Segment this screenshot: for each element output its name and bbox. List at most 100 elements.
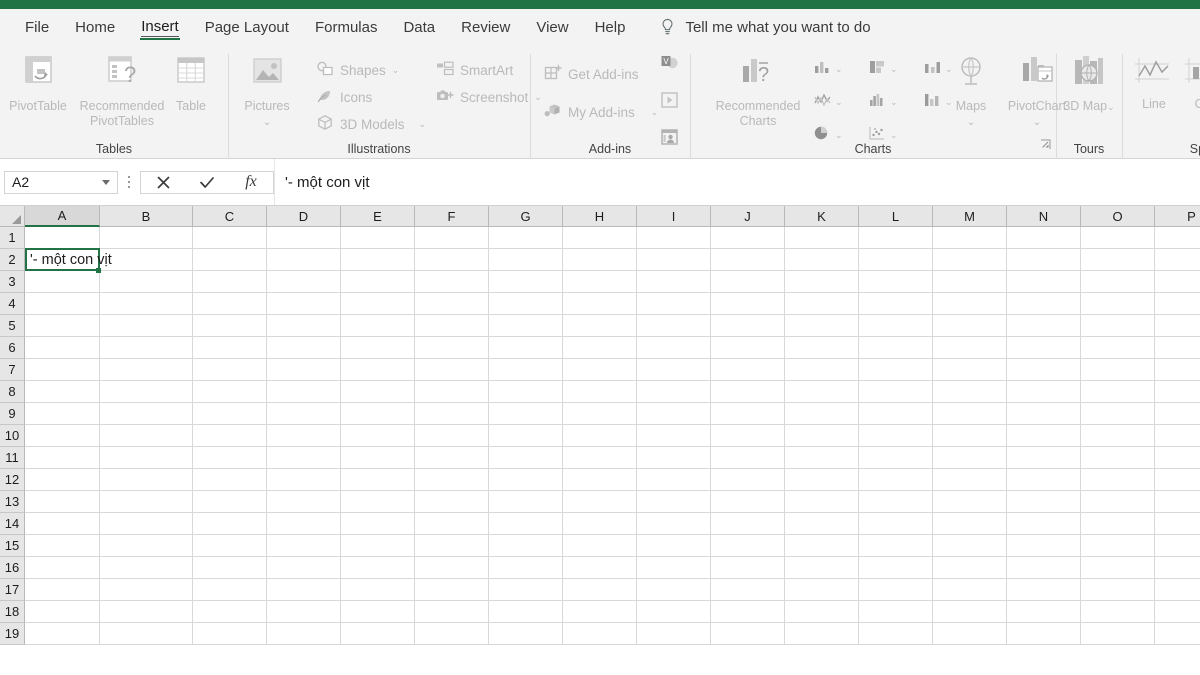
cell-J1[interactable] (711, 227, 785, 249)
cell-K19[interactable] (785, 623, 859, 645)
cell-L9[interactable] (859, 403, 933, 425)
cell-G15[interactable] (489, 535, 563, 557)
cell-E6[interactable] (341, 337, 415, 359)
cell-J17[interactable] (711, 579, 785, 601)
cell-H15[interactable] (563, 535, 637, 557)
cell-B10[interactable] (100, 425, 193, 447)
cell-J6[interactable] (711, 337, 785, 359)
column-header-n[interactable]: N (1007, 206, 1081, 227)
cell-D9[interactable] (267, 403, 341, 425)
3d-models-button[interactable]: 3D Models ⌄ (316, 114, 426, 134)
cell-N11[interactable] (1007, 447, 1081, 469)
cell-N13[interactable] (1007, 491, 1081, 513)
row-header-18[interactable]: 18 (0, 601, 25, 623)
cell-I11[interactable] (637, 447, 711, 469)
cell-P13[interactable] (1155, 491, 1200, 513)
row-header-3[interactable]: 3 (0, 271, 25, 293)
cell-P16[interactable] (1155, 557, 1200, 579)
tab-page-layout[interactable]: Page Layout (192, 9, 302, 46)
cell-K1[interactable] (785, 227, 859, 249)
cell-J11[interactable] (711, 447, 785, 469)
cell-E16[interactable] (341, 557, 415, 579)
cell-O17[interactable] (1081, 579, 1155, 601)
cell-J15[interactable] (711, 535, 785, 557)
cell-C14[interactable] (193, 513, 267, 535)
cell-B13[interactable] (100, 491, 193, 513)
cell-E7[interactable] (341, 359, 415, 381)
cell-I1[interactable] (637, 227, 711, 249)
cell-L11[interactable] (859, 447, 933, 469)
cell-D10[interactable] (267, 425, 341, 447)
cell-D15[interactable] (267, 535, 341, 557)
cell-M9[interactable] (933, 403, 1007, 425)
fill-handle[interactable] (96, 268, 101, 273)
column-header-d[interactable]: D (267, 206, 341, 227)
cell-K12[interactable] (785, 469, 859, 491)
cell-G8[interactable] (489, 381, 563, 403)
cell-K5[interactable] (785, 315, 859, 337)
cell-K9[interactable] (785, 403, 859, 425)
cell-G6[interactable] (489, 337, 563, 359)
cell-D5[interactable] (267, 315, 341, 337)
column-header-a[interactable]: A (25, 206, 100, 227)
cell-C5[interactable] (193, 315, 267, 337)
cell-I16[interactable] (637, 557, 711, 579)
cell-O18[interactable] (1081, 601, 1155, 623)
sparkline-column-button[interactable]: Col (1180, 54, 1200, 112)
cell-J10[interactable] (711, 425, 785, 447)
cell-P4[interactable] (1155, 293, 1200, 315)
bar-chart-dropdown-chevron[interactable]: ⌄ (890, 65, 898, 74)
row-header-15[interactable]: 15 (0, 535, 25, 557)
table-button[interactable]: Table (158, 54, 224, 114)
row-header-8[interactable]: 8 (0, 381, 25, 403)
cell-B18[interactable] (100, 601, 193, 623)
cell-M2[interactable] (933, 249, 1007, 271)
cell-G7[interactable] (489, 359, 563, 381)
cell-H9[interactable] (563, 403, 637, 425)
cell-B9[interactable] (100, 403, 193, 425)
cell-O1[interactable] (1081, 227, 1155, 249)
cell-L18[interactable] (859, 601, 933, 623)
cell-N7[interactable] (1007, 359, 1081, 381)
column-header-g[interactable]: G (489, 206, 563, 227)
3d-map-dropdown-chevron[interactable]: ⌄ (1107, 102, 1115, 112)
cell-P1[interactable] (1155, 227, 1200, 249)
cell-D1[interactable] (267, 227, 341, 249)
cell-A15[interactable] (25, 535, 100, 557)
cell-C15[interactable] (193, 535, 267, 557)
cell-N6[interactable] (1007, 337, 1081, 359)
cell-G14[interactable] (489, 513, 563, 535)
row-header-19[interactable]: 19 (0, 623, 25, 645)
cell-O13[interactable] (1081, 491, 1155, 513)
cell-D4[interactable] (267, 293, 341, 315)
row-header-2[interactable]: 2 (0, 249, 25, 271)
cell-O14[interactable] (1081, 513, 1155, 535)
cell-G16[interactable] (489, 557, 563, 579)
cell-L14[interactable] (859, 513, 933, 535)
cell-D17[interactable] (267, 579, 341, 601)
cell-J12[interactable] (711, 469, 785, 491)
cell-N18[interactable] (1007, 601, 1081, 623)
cell-M18[interactable] (933, 601, 1007, 623)
cell-E4[interactable] (341, 293, 415, 315)
cell-I2[interactable] (637, 249, 711, 271)
cell-O3[interactable] (1081, 271, 1155, 293)
cell-A10[interactable] (25, 425, 100, 447)
get-add-ins-button[interactable]: Get Add-ins (544, 64, 639, 84)
shapes-dropdown-chevron[interactable]: ⌄ (392, 66, 400, 75)
cell-N4[interactable] (1007, 293, 1081, 315)
cell-H11[interactable] (563, 447, 637, 469)
cell-G3[interactable] (489, 271, 563, 293)
tab-home[interactable]: Home (62, 9, 128, 46)
cell-J9[interactable] (711, 403, 785, 425)
cell-P14[interactable] (1155, 513, 1200, 535)
cell-E8[interactable] (341, 381, 415, 403)
cell-M15[interactable] (933, 535, 1007, 557)
tell-me-box[interactable]: Tell me what you want to do (660, 18, 870, 37)
cell-F12[interactable] (415, 469, 489, 491)
scatter-line-chart-dropdown-chevron[interactable]: ⌄ (835, 98, 843, 107)
cell-B2[interactable] (100, 249, 193, 271)
cell-O15[interactable] (1081, 535, 1155, 557)
cell-I12[interactable] (637, 469, 711, 491)
cell-C1[interactable] (193, 227, 267, 249)
